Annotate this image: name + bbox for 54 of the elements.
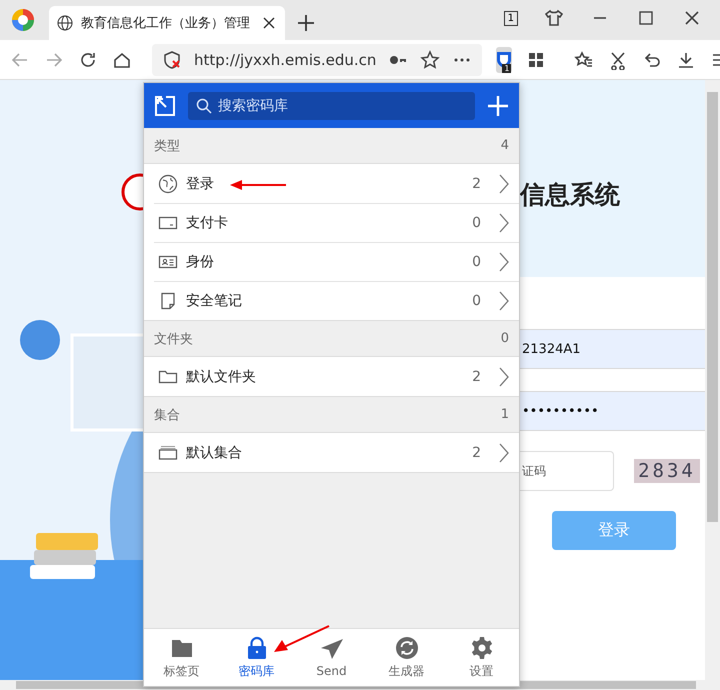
browser-tab[interactable]: 教育信息化工作（业务）管理	[49, 6, 285, 40]
add-icon[interactable]	[487, 94, 509, 116]
chevron-right-icon	[499, 252, 509, 272]
nav-tab[interactable]: Send	[294, 629, 369, 686]
star-icon[interactable]	[420, 50, 440, 70]
address-bar[interactable]: http://jyxxh.emis.edu.cn	[152, 44, 482, 76]
shirt-icon[interactable]	[544, 8, 564, 28]
extension-badge: 1	[502, 64, 512, 72]
vault-list-item[interactable]: 支付卡 0	[144, 203, 519, 242]
tab-title: 教育信息化工作（业务）管理	[81, 14, 251, 32]
search-field[interactable]: 搜索密码库	[188, 92, 475, 120]
refresh-icon	[394, 636, 418, 660]
section-count: 4	[500, 138, 509, 153]
search-icon	[196, 98, 212, 114]
tab-count[interactable]: 1	[504, 10, 518, 26]
annotation-arrow	[230, 179, 286, 191]
settings-icon	[470, 636, 494, 660]
globe-icon	[57, 15, 73, 31]
section-count: 0	[500, 331, 509, 346]
extension-button[interactable]: 1	[496, 46, 512, 72]
globe-icon	[158, 174, 178, 194]
section-title: 类型	[154, 138, 180, 154]
chevron-right-icon	[499, 290, 509, 310]
nav-tab[interactable]: 标签页	[144, 629, 219, 686]
chevron-right-icon	[499, 366, 509, 386]
nav-tab[interactable]: 密码库	[219, 629, 294, 686]
pop-out-icon[interactable]	[154, 94, 176, 116]
nav-tab[interactable]: 设置	[444, 629, 519, 686]
chevron-right-icon	[499, 174, 509, 194]
section-title: 文件夹	[154, 330, 193, 348]
scrollbar-thumb[interactable]	[707, 92, 718, 522]
vault-list-item[interactable]: 安全笔记 0	[144, 281, 519, 320]
vault-list-item[interactable]: 登录 2	[144, 164, 519, 203]
nav-tab[interactable]: 生成器	[369, 629, 444, 686]
page-title: 信息系统	[520, 179, 620, 211]
vault-list-item[interactable]: 默认文件夹 2	[144, 357, 519, 396]
vault-list-item[interactable]: 身份 0	[144, 242, 519, 281]
books-drawing	[30, 533, 98, 579]
captcha-image: 2834	[634, 459, 700, 483]
vault-list-item[interactable]: 默认集合 2	[144, 433, 519, 472]
password-field[interactable]: ••••••••••	[520, 391, 705, 431]
username-field[interactable]: 21324A1	[520, 329, 705, 369]
favorites-icon[interactable]	[574, 50, 594, 70]
new-tab-icon[interactable]	[297, 14, 315, 32]
chevron-right-icon	[499, 442, 509, 462]
paper-plane-icon	[320, 637, 344, 661]
section-title: 集合	[154, 406, 180, 424]
shield-warning-icon	[162, 50, 182, 70]
close-icon[interactable]	[261, 15, 277, 31]
section-count: 1	[500, 407, 509, 422]
url-text: http://jyxxh.emis.edu.cn	[194, 50, 376, 68]
chevron-right-icon	[499, 212, 509, 232]
annotation-arrow	[274, 625, 330, 653]
browser-logo-icon[interactable]	[11, 8, 35, 32]
